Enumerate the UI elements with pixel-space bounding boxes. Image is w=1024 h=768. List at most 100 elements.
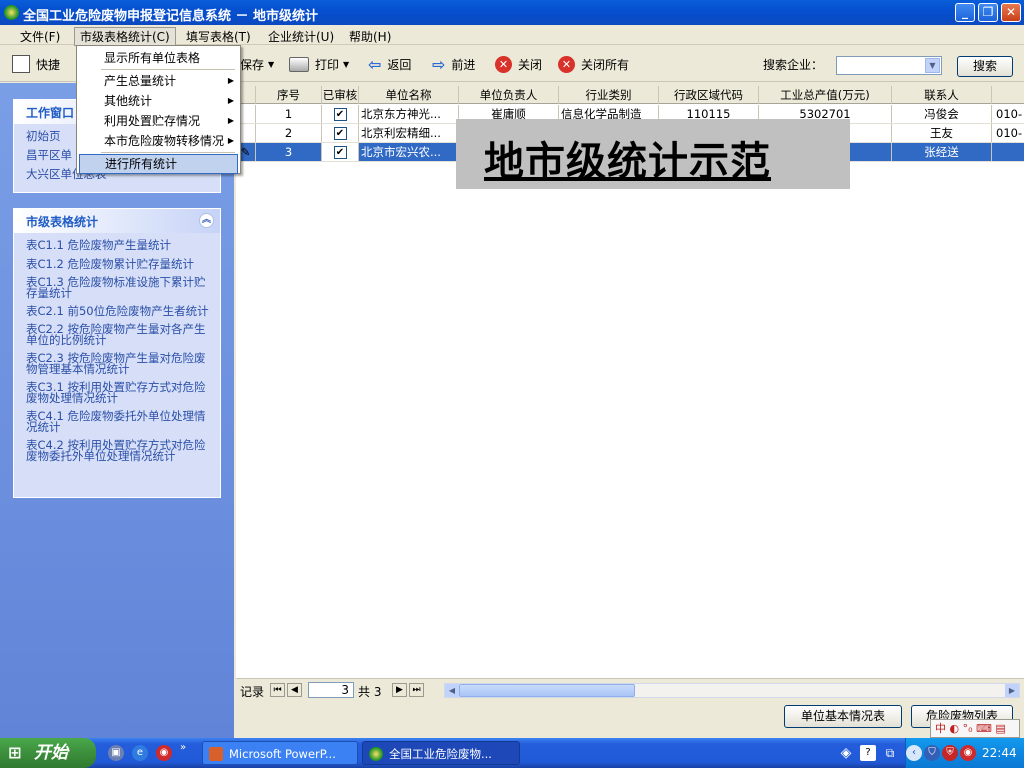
reviewed-checkbox[interactable]: ✔ (333, 108, 347, 121)
weibo-icon[interactable]: ◉ (156, 745, 172, 761)
submenu-arrow-icon: ▶ (227, 116, 234, 125)
ie-icon[interactable]: e (132, 745, 148, 761)
cell-seq: 2 (256, 124, 322, 142)
menu-bar: 文件(F) 市级表格统计(C) 填写表格(T) 企业统计(U) 帮助(H) (0, 25, 1024, 46)
app-logo-icon (4, 5, 19, 20)
cell-phone: 010- (992, 124, 1024, 142)
close-button[interactable]: ✕ 关闭 (495, 54, 542, 74)
menu-separator (101, 152, 235, 153)
menu-file[interactable]: 文件(F) (14, 27, 66, 46)
menu-fill-form[interactable]: 填写表格(T) (180, 27, 257, 46)
cell-reviewed[interactable]: ✔ (322, 105, 359, 123)
system-tray: ‹ ⛉ ⛨ ◉ 22:44 (905, 738, 1024, 768)
shield-icon[interactable]: ⛉ (924, 745, 940, 761)
menu-enterprise-stats[interactable]: 企业统计(U) (262, 27, 340, 46)
minimize-button[interactable]: _ (955, 3, 975, 22)
col-header-name[interactable]: 单位名称 (359, 86, 459, 104)
back-label: 返回 (387, 57, 412, 72)
app-window: 全国工业危险废物申报登记信息系统 － 地市级统计 _ ❐ ✕ 文件(F) 市级表… (0, 0, 1024, 738)
stats-item-c41[interactable]: 表C4.1 危险废物委托外单位处理情况统计 (26, 410, 212, 433)
scroll-right-icon[interactable]: ▶ (1005, 684, 1019, 697)
collapse-icon[interactable]: ︽ (199, 213, 214, 228)
menu-item-total-production[interactable]: 产生总量统计 ▶ (79, 71, 238, 91)
start-label: 开始 (34, 743, 68, 763)
menu-item-transfer[interactable]: 本市危险废物转移情况 ▶ (79, 131, 238, 151)
menu-item-label: 显示所有单位表格 (104, 51, 201, 65)
save-button[interactable]: 保存 ▼ (240, 54, 274, 74)
submenu-arrow-icon: ▶ (227, 136, 234, 145)
close-window-button[interactable]: ✕ (1001, 3, 1021, 22)
col-header-region[interactable]: 行政区域代码 (659, 86, 759, 104)
reviewed-checkbox[interactable]: ✔ (333, 146, 347, 159)
stats-item-c42[interactable]: 表C4.2 按利用处置贮存方式对危险废物委托外单位处理情况统计 (26, 439, 212, 462)
menu-item-label: 利用处置贮存情况 (104, 114, 201, 128)
task-powerpoint[interactable]: Microsoft PowerP... (202, 741, 358, 765)
last-record-button[interactable]: ⏭ (409, 683, 424, 697)
col-header-output[interactable]: 工业总产值(万元) (759, 86, 892, 104)
back-button[interactable]: ⇦ 返回 (368, 54, 411, 74)
task-label: 全国工业危险废物... (389, 747, 492, 761)
menu-item-other-stats[interactable]: 其他统计 ▶ (79, 91, 238, 111)
weibo-tray-icon[interactable]: ◉ (960, 745, 976, 761)
scroll-left-icon[interactable]: ◀ (445, 684, 459, 697)
prev-record-button[interactable]: ◀ (287, 683, 302, 697)
security-icon[interactable]: ⛨ (942, 745, 958, 761)
menu-item-utilization[interactable]: 利用处置贮存情况 ▶ (79, 111, 238, 131)
desktop-icon[interactable]: ▣ (108, 745, 124, 761)
print-button[interactable]: 打印 ▼ (289, 54, 349, 74)
left-panel: 工作窗口 初始页 昌平区单 大兴区单位总表 市级表格统计 ︽ 表C1.1 危险废… (0, 83, 234, 738)
print-dropdown-icon: ▼ (343, 59, 350, 69)
unit-info-button[interactable]: 单位基本情况表 (784, 705, 902, 728)
stats-item-c31[interactable]: 表C3.1 按利用处置贮存方式对危险废物处理情况统计 (26, 381, 212, 404)
col-header-seq[interactable]: 序号 (256, 86, 322, 104)
submenu-arrow-icon: ▶ (227, 96, 234, 105)
col-header-reviewed[interactable]: 已审核 (322, 86, 359, 104)
cell-reviewed[interactable]: ✔ (322, 124, 359, 142)
reviewed-checkbox[interactable]: ✔ (333, 127, 347, 140)
task-hazardous-waste-system[interactable]: 全国工业危险废物... (362, 741, 520, 765)
menu-item-run-all[interactable]: 进行所有统计 (79, 154, 238, 174)
ime-toolbar[interactable]: 中 ◐ °₀ ⌨ ▤ (930, 719, 1020, 738)
city-stats-title-text: 市级表格统计 (26, 215, 99, 229)
menu-item-show-all[interactable]: 显示所有单位表格 (79, 48, 238, 68)
first-record-button[interactable]: ⏮ (270, 683, 285, 697)
search-button[interactable]: 搜索 (957, 56, 1013, 77)
cell-reviewed[interactable]: ✔ (322, 143, 359, 161)
start-button[interactable]: ⊞ 开始 (0, 738, 96, 768)
cell-name: 北京利宏精细... (359, 124, 459, 142)
menu-city-stats[interactable]: 市级表格统计(C) (74, 27, 176, 46)
stats-item-c11[interactable]: 表C1.1 危险废物产生量统计 (26, 239, 212, 251)
search-enterprise-select[interactable]: ▼ (836, 56, 942, 75)
col-header-contact[interactable]: 联系人 (892, 86, 992, 104)
restore-button[interactable]: ❐ (978, 3, 998, 22)
chevron-down-icon[interactable]: ▼ (925, 58, 940, 73)
more-quicklaunch-icon[interactable]: » (180, 742, 186, 753)
search-enterprise-label: 搜索企业： (763, 57, 824, 72)
network-icon[interactable]: ◈ (838, 745, 854, 761)
help-icon[interactable]: ? (860, 745, 876, 761)
cell-seq: 1 (256, 105, 322, 123)
record-number-input[interactable]: 3 (308, 682, 354, 698)
col-header-phone[interactable] (992, 86, 1024, 104)
scroll-thumb[interactable] (459, 684, 635, 697)
col-header-leader[interactable]: 单位负责人 (459, 86, 559, 104)
stats-item-c22[interactable]: 表C2.2 按危险废物产生量对各产生单位的比例统计 (26, 323, 212, 346)
stats-item-c23[interactable]: 表C2.3 按危险废物产生量对危险废物管理基本情况统计 (26, 352, 212, 375)
printer-icon (289, 56, 309, 72)
quick-button[interactable]: 快捷 (12, 54, 60, 74)
submenu-arrow-icon: ▶ (227, 76, 234, 85)
next-record-button[interactable]: ▶ (392, 683, 407, 697)
window-switch-icon[interactable]: ⧉ (882, 745, 898, 761)
close-all-button[interactable]: ✕ 关闭所有 (558, 54, 629, 74)
col-header-industry[interactable]: 行业类别 (559, 86, 659, 104)
menu-help[interactable]: 帮助(H) (343, 27, 397, 46)
stats-item-c13[interactable]: 表C1.3 危险废物标准设施下累计贮存量统计 (26, 276, 212, 299)
stats-item-c12[interactable]: 表C1.2 危险废物累计贮存量统计 (26, 258, 212, 270)
menu-item-label: 产生总量统计 (104, 74, 177, 88)
title-bar[interactable]: 全国工业危险废物申报登记信息系统 － 地市级统计 _ ❐ ✕ (0, 0, 1024, 25)
stats-item-c21[interactable]: 表C2.1 前50位危险废物产生者统计 (26, 305, 212, 317)
forward-button[interactable]: ⇨ 前进 (432, 54, 475, 74)
tray-collapse-icon[interactable]: ‹ (906, 745, 922, 761)
cell-contact: 张经送 (892, 143, 992, 161)
horizontal-scrollbar[interactable]: ◀ ▶ (444, 683, 1020, 698)
